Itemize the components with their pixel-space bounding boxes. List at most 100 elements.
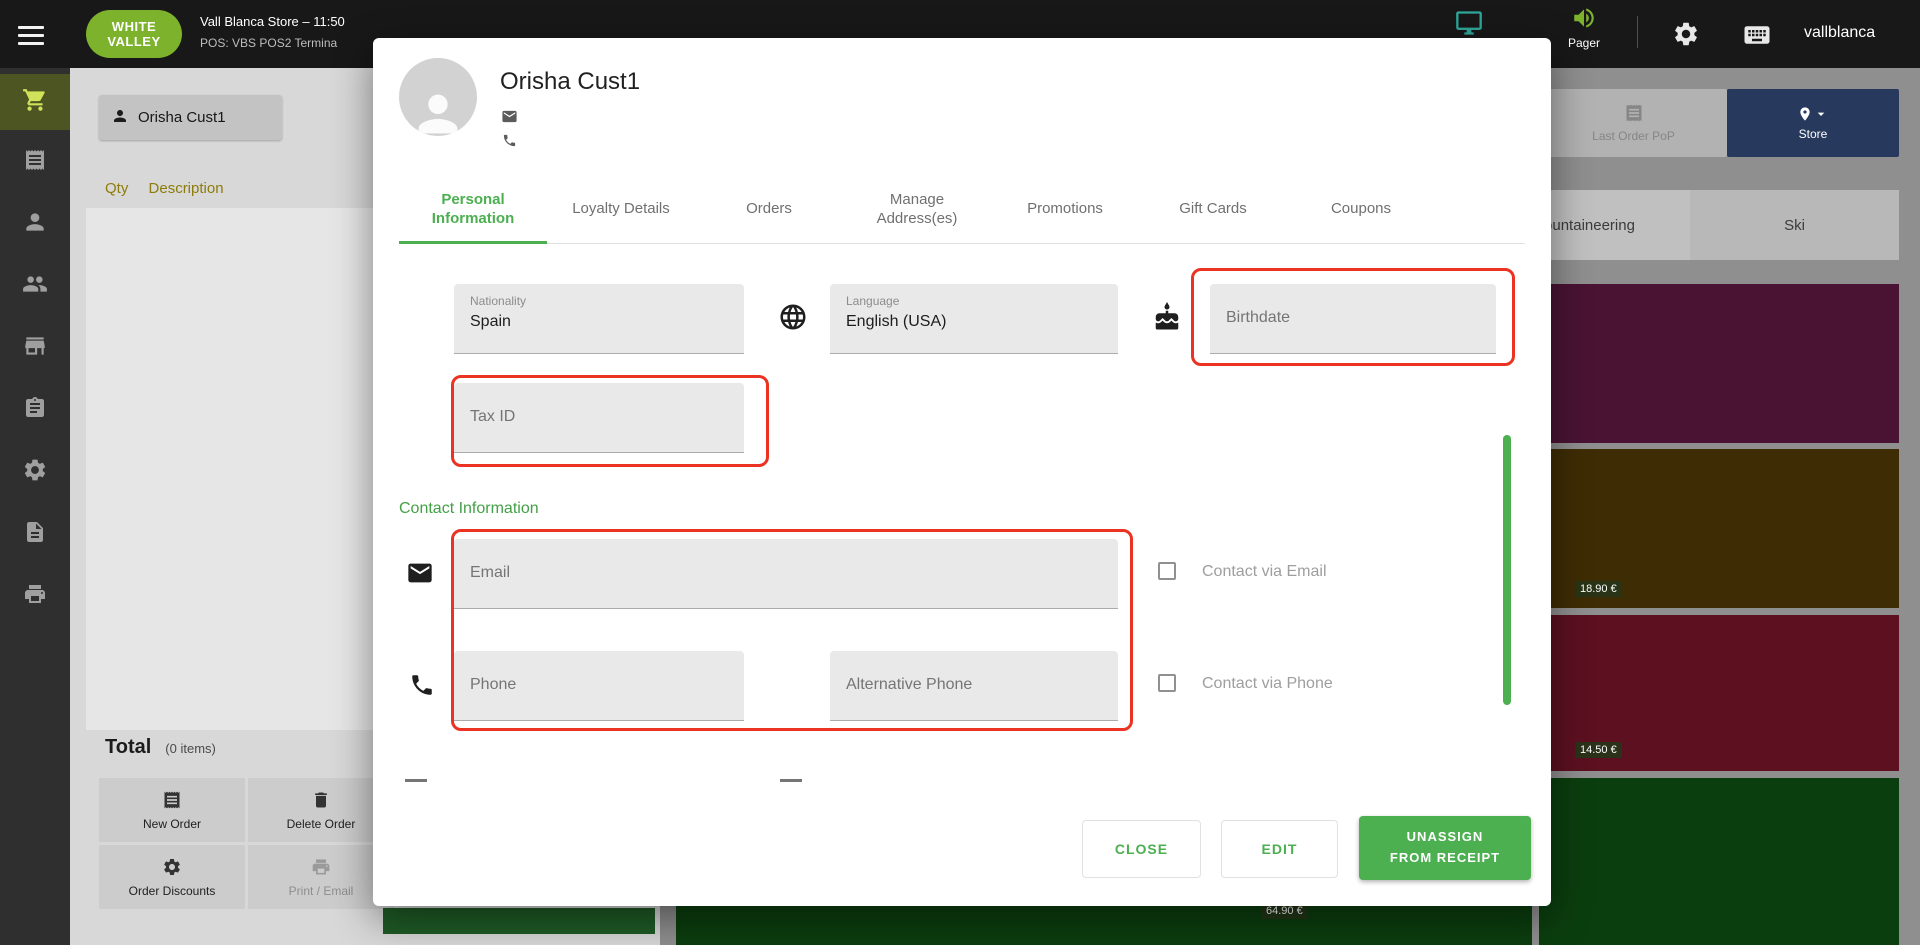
email-field[interactable]: Email <box>454 539 1118 609</box>
category-tab-label: ountaineering <box>1544 217 1635 234</box>
last-order-icon <box>1624 103 1644 126</box>
nav-sidebar <box>0 68 70 945</box>
new-order-button[interactable]: New Order <box>99 778 245 842</box>
category-tab-label: Ski <box>1784 217 1805 234</box>
sidebar-item-customers[interactable] <box>0 196 70 252</box>
team-icon <box>22 271 48 302</box>
alternative-phone-placeholder: Alternative Phone <box>846 651 1118 719</box>
logo-line1: WHITE <box>112 19 156 34</box>
store-icon <box>22 333 48 364</box>
language-label: Language <box>846 284 1118 308</box>
close-button[interactable]: CLOSE <box>1082 820 1201 878</box>
collapsed-row-dash <box>780 779 802 782</box>
delete-order-icon <box>311 790 331 813</box>
alternative-phone-field[interactable]: Alternative Phone <box>830 651 1118 721</box>
order-actions: New Order Delete Order Order Discounts P… <box>99 778 394 909</box>
customer-avatar <box>399 58 477 136</box>
tab-personal-information[interactable]: Personal Information <box>399 174 547 243</box>
sidebar-item-team[interactable] <box>0 258 70 314</box>
location-pin-icon <box>1797 106 1813 125</box>
birthdate-field[interactable]: Birthdate <box>1210 284 1496 354</box>
print-email-label: Print / Email <box>289 884 354 898</box>
delete-order-label: Delete Order <box>287 817 356 831</box>
username[interactable]: vallblanca <box>1804 24 1875 42</box>
tab-orders[interactable]: Orders <box>695 174 843 243</box>
tasks-icon <box>23 396 47 425</box>
phone-field[interactable]: Phone <box>454 651 744 721</box>
logo-line2: VALLEY <box>107 34 160 49</box>
receipts-icon <box>23 148 47 177</box>
phone-icon <box>409 672 435 703</box>
last-order-pop-button[interactable]: Last Order PoP <box>1540 89 1727 157</box>
pager-label: Pager <box>1556 36 1612 50</box>
store-name: Vall Blanca Store – 11:50 <box>200 14 376 29</box>
sidebar-item-tasks[interactable] <box>0 382 70 438</box>
language-value: English (USA) <box>846 308 1118 331</box>
nationality-value: Spain <box>470 308 744 331</box>
display-icon[interactable] <box>1455 9 1483 37</box>
customer-details-modal: Orisha Cust1 Personal Information Loyalt… <box>373 38 1551 906</box>
receipt-columns: Qty Description <box>105 180 240 197</box>
globe-icon <box>778 302 808 337</box>
tab-coupons[interactable]: Coupons <box>1287 174 1435 243</box>
contact-information-heading: Contact Information <box>399 500 539 518</box>
new-order-icon <box>162 790 182 813</box>
gear-icon[interactable] <box>1672 20 1700 48</box>
tab-promotions[interactable]: Promotions <box>991 174 1139 243</box>
new-order-label: New Order <box>143 817 201 831</box>
brand-logo: WHITE VALLEY <box>86 10 182 58</box>
contact-via-email-label: Contact via Email <box>1202 563 1327 581</box>
customer-name: Orisha Cust1 <box>500 68 640 96</box>
topbar-divider <box>1637 16 1638 48</box>
unassign-from-receipt-button[interactable]: UNASSIGN FROM RECEIPT <box>1359 816 1531 880</box>
pager-control[interactable]: Pager <box>1556 5 1612 50</box>
tab-gift-cards[interactable]: Gift Cards <box>1139 174 1287 243</box>
menu-icon[interactable] <box>18 21 46 47</box>
nationality-field[interactable]: Nationality Spain <box>454 284 744 354</box>
store-selector-button[interactable]: Store <box>1727 89 1899 157</box>
pager-icon <box>1571 5 1597 31</box>
cart-icon <box>22 87 48 118</box>
tab-loyalty-details[interactable]: Loyalty Details <box>547 174 695 243</box>
product-tile[interactable] <box>1539 284 1899 443</box>
sidebar-item-printer[interactable] <box>0 568 70 624</box>
collapsed-row-dash <box>405 779 427 782</box>
product-tile[interactable] <box>1539 778 1899 945</box>
description-column-header: Description <box>149 180 224 197</box>
print-email-icon <box>311 857 331 880</box>
tab-manage-addresses[interactable]: Manage Address(es) <box>843 174 991 243</box>
contact-via-phone-label: Contact via Phone <box>1202 675 1333 693</box>
email-icon <box>501 108 518 130</box>
sidebar-item-cart[interactable] <box>0 74 70 130</box>
assigned-customer-tab[interactable]: Orisha Cust1 <box>99 95 282 140</box>
modal-scrollbar-thumb[interactable] <box>1503 435 1511 705</box>
last-order-label: Last Order PoP <box>1592 129 1675 143</box>
total-row: Total (0 items) <box>105 736 216 759</box>
modal-tabs: Personal Information Loyalty Details Ord… <box>399 174 1525 244</box>
customer-icon <box>22 209 48 240</box>
pos-application: WHITE VALLEY Vall Blanca Store – 11:50 P… <box>0 0 1920 945</box>
qty-column-header: Qty <box>105 180 128 197</box>
keyboard-icon[interactable] <box>1742 20 1772 50</box>
contact-via-phone-checkbox[interactable] <box>1158 674 1176 692</box>
sidebar-item-store[interactable] <box>0 320 70 376</box>
language-field[interactable]: Language English (USA) <box>830 284 1118 354</box>
phone-placeholder: Phone <box>470 651 744 719</box>
edit-button[interactable]: EDIT <box>1221 820 1338 878</box>
total-label: Total <box>105 736 151 759</box>
mail-icon <box>406 559 434 592</box>
order-discounts-label: Order Discounts <box>129 884 216 898</box>
sidebar-item-documents[interactable] <box>0 506 70 562</box>
tax-id-placeholder: Tax ID <box>470 383 744 451</box>
order-discounts-button[interactable]: Order Discounts <box>99 845 245 909</box>
sidebar-item-settings[interactable] <box>0 444 70 500</box>
tax-id-field[interactable]: Tax ID <box>454 383 744 453</box>
pay-button-partial[interactable] <box>383 908 655 934</box>
cake-icon <box>1152 302 1182 337</box>
contact-via-email-checkbox[interactable] <box>1158 562 1176 580</box>
nationality-label: Nationality <box>470 284 744 308</box>
sidebar-item-receipts[interactable] <box>0 134 70 190</box>
chevron-down-icon <box>1813 106 1829 125</box>
category-tab-ski[interactable]: Ski <box>1690 190 1899 260</box>
phone-icon <box>502 133 517 153</box>
